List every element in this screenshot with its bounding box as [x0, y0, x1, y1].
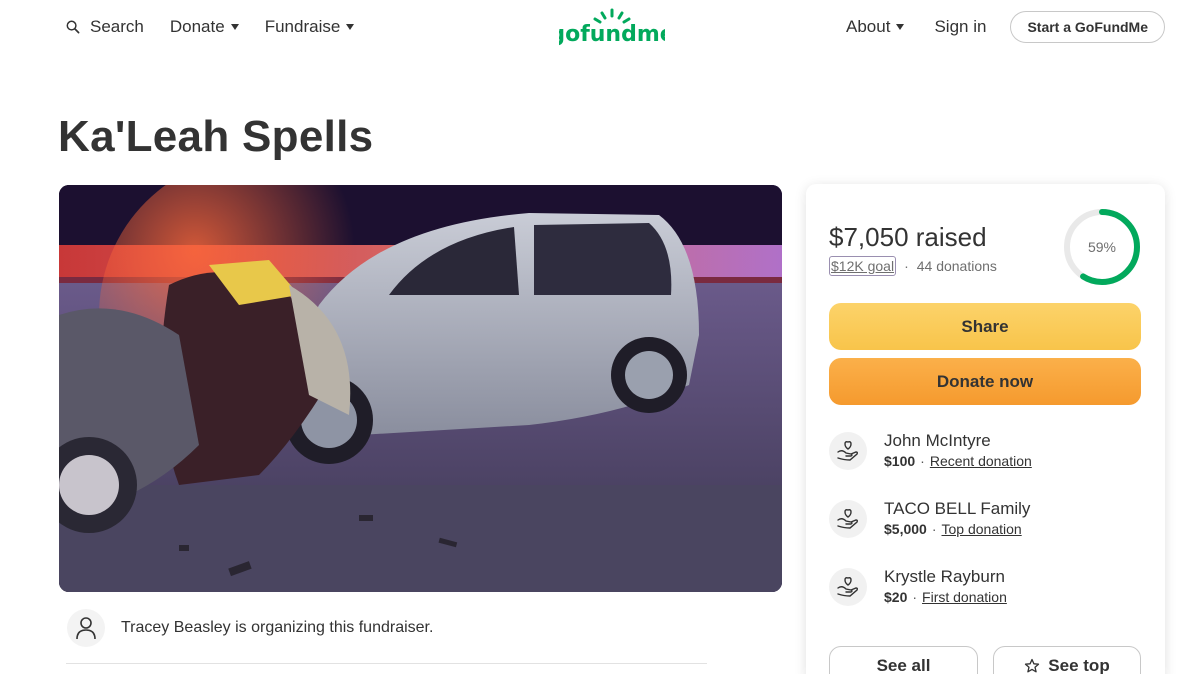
share-button[interactable]: Share [829, 303, 1141, 350]
donation-meta: $5,000 · Top donation [884, 521, 1030, 537]
search-link[interactable]: Search [66, 14, 144, 40]
logo-sun-mark [593, 8, 631, 24]
about-menu[interactable]: About [846, 14, 905, 40]
start-gofundme-button[interactable]: Start a GoFundMe [1010, 11, 1165, 43]
campaign-photo[interactable] [59, 185, 782, 592]
page-title: Ka'Leah Spells [58, 112, 374, 161]
caret-down-icon [896, 24, 905, 30]
donation-amount: $5,000 [884, 521, 927, 537]
goal-link[interactable]: $12K goal [829, 256, 897, 276]
donate-menu[interactable]: Donate [170, 14, 239, 40]
donate-menu-label: Donate [169, 17, 225, 36]
sign-in-link[interactable]: Sign in [934, 14, 986, 40]
donation-meta: $100 · Recent donation [884, 453, 1032, 469]
organizer-avatar [67, 609, 105, 647]
divider [66, 663, 707, 664]
fundraise-menu[interactable]: Fundraise [265, 14, 355, 40]
donor-name: John McIntyre [884, 431, 991, 450]
donor-name: Krystle Rayburn [884, 567, 1005, 586]
donation-type-link[interactable]: First donation [922, 589, 1007, 605]
caret-down-icon [230, 24, 239, 30]
goal-row: $12K goal · 44 donations [829, 256, 997, 276]
donation-text: TACO BELL Family $5,000 · Top donation [884, 498, 1030, 537]
donation-type-link[interactable]: Recent donation [930, 453, 1032, 469]
donation-type-link[interactable]: Top donation [942, 521, 1022, 537]
donations-count: 44 donations [916, 258, 997, 274]
amount-raised: $7,050 raised [829, 222, 987, 252]
separator-dot: · [920, 453, 925, 469]
search-icon [66, 20, 80, 34]
user-icon [76, 617, 96, 640]
donation-summary-card: $7,050 raised $12K goal · 44 donations 5… [806, 184, 1165, 674]
campaign-photo-illustration [59, 185, 782, 592]
site-header: Search Donate Fundraise gofundme About S… [0, 0, 1200, 54]
see-all-button[interactable]: See all [829, 646, 978, 674]
donation-hand-heart-icon [829, 500, 867, 538]
donation-amount: $100 [884, 453, 916, 469]
donation-text: Krystle Rayburn $20 · First donation [884, 566, 1007, 605]
donate-now-button[interactable]: Donate now [829, 358, 1141, 405]
caret-down-icon [346, 24, 355, 30]
star-icon [1024, 658, 1040, 674]
about-menu-label: About [846, 17, 891, 36]
progress-percent-label: 59% [1087, 239, 1117, 255]
fundraise-menu-label: Fundraise [264, 17, 341, 36]
donation-hand-heart-icon [829, 568, 867, 606]
gofundme-logo[interactable]: gofundme [559, 8, 665, 46]
separator-dot: · [904, 258, 909, 274]
donation-item: Krystle Rayburn $20 · First donation [829, 566, 1007, 606]
nav-right: About Sign in Start a GoFundMe [846, 11, 1165, 43]
donor-name: TACO BELL Family [884, 499, 1031, 518]
separator-dot: · [912, 589, 918, 605]
donation-item: John McIntyre $100 · Recent donation [829, 430, 1032, 470]
donation-text: John McIntyre $100 · Recent donation [884, 430, 1032, 469]
see-top-button[interactable]: See top [993, 646, 1141, 674]
donation-hand-heart-icon [829, 432, 867, 470]
search-label: Search [90, 17, 144, 36]
logo-text: gofundme [559, 22, 665, 46]
see-top-label: See top [1048, 656, 1110, 674]
donation-meta: $20 · First donation [884, 589, 1007, 605]
sign-in-label: Sign in [934, 17, 987, 36]
nav-left: Search Donate Fundraise [66, 14, 380, 40]
donation-item: TACO BELL Family $5,000 · Top donation [829, 498, 1030, 538]
separator-dot: · [931, 521, 937, 537]
donation-amount: $20 [884, 589, 908, 605]
organizer-text: Tracey Beasley is organizing this fundra… [121, 619, 434, 636]
organizer-row: Tracey Beasley is organizing this fundra… [67, 609, 433, 647]
